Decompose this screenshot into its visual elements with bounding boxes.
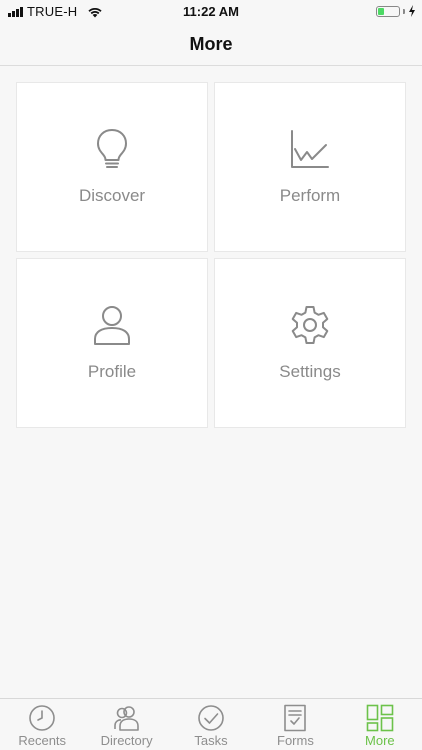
tab-tasks[interactable]: Tasks (169, 699, 253, 750)
tab-directory[interactable]: Directory (84, 699, 168, 750)
battery-level (378, 7, 384, 15)
tab-forms[interactable]: Forms (253, 699, 337, 750)
status-time: 11:22 AM (183, 4, 239, 19)
tab-recents[interactable]: Recents (0, 699, 84, 750)
profile-label: Profile (87, 362, 137, 381)
tab-bar: Recents Directory Tasks Forms More (0, 698, 422, 750)
gear-icon (291, 306, 329, 344)
status-bar: TRUE-H 11:22 AM (0, 0, 422, 22)
lightbulb-icon (97, 129, 127, 168)
settings-label: Settings (279, 362, 341, 381)
discover-tile[interactable]: Discover (16, 82, 208, 252)
person-icon (94, 306, 130, 345)
profile-tile[interactable]: Profile (16, 258, 208, 428)
discover-label: Discover (78, 186, 146, 205)
status-right (376, 5, 416, 17)
tab-more[interactable]: More (338, 699, 422, 750)
perform-tile[interactable]: Perform (214, 82, 406, 252)
settings-tile[interactable]: Settings (214, 258, 406, 428)
tab-forms-label: Forms (277, 733, 314, 748)
clock-icon (29, 705, 56, 731)
battery-icon (376, 5, 400, 17)
perform-label: Perform (279, 186, 341, 205)
tab-tasks-label: Tasks (194, 733, 228, 748)
page-title: More (189, 34, 233, 54)
checkmark-circle-icon (198, 705, 224, 731)
charging-bolt-icon (409, 5, 415, 17)
more-menu-grid: Discover Perform Profile Settings (16, 82, 406, 428)
line-chart-icon (291, 130, 329, 168)
grid-icon (366, 704, 394, 732)
navigation-bar: More (0, 22, 422, 66)
form-document-icon (284, 704, 307, 732)
people-icon (113, 706, 139, 731)
tab-recents-label: Recents (18, 733, 67, 748)
battery-cap (403, 8, 405, 14)
tab-directory-label: Directory (100, 733, 153, 748)
tab-more-label: More (365, 733, 395, 748)
